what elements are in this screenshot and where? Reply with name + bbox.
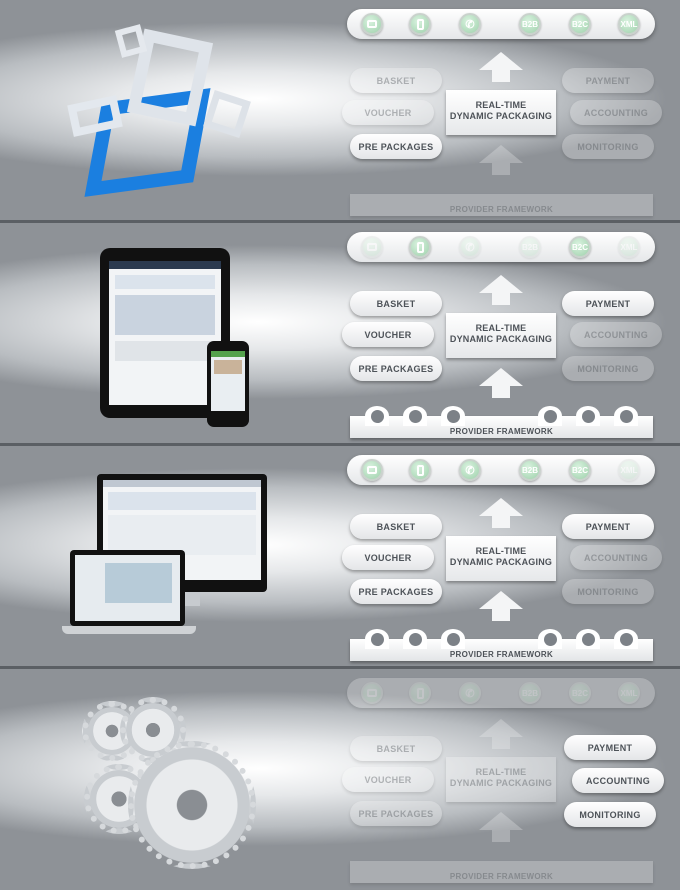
ticket-icon bbox=[576, 629, 600, 649]
dynamic-packaging-box: REAL-TIME DYNAMIC PACKAGING bbox=[446, 313, 556, 358]
bed-icon bbox=[403, 629, 427, 649]
tablet-screen bbox=[109, 261, 221, 405]
b2c-icon[interactable]: B2C bbox=[569, 682, 591, 704]
plane-icon bbox=[365, 629, 389, 649]
xml-icon[interactable]: XML bbox=[618, 459, 640, 481]
provider-framework-bar: PROVIDER FRAMEWORK bbox=[350, 629, 653, 661]
plane-icon bbox=[365, 406, 389, 426]
info-icon bbox=[614, 406, 638, 426]
phone-icon[interactable]: ✆ bbox=[459, 682, 481, 704]
screen-icon[interactable] bbox=[361, 236, 383, 258]
voucher-button[interactable]: VOUCHER bbox=[342, 545, 434, 570]
bus-icon bbox=[538, 629, 562, 649]
tablet-icon[interactable] bbox=[409, 459, 431, 481]
b2b-icon[interactable]: B2B bbox=[519, 236, 541, 258]
voucher-button[interactable]: VOUCHER bbox=[342, 322, 434, 347]
pre-packages-button[interactable]: PRE PACKAGES bbox=[350, 801, 442, 826]
channel-bar: ✆ B2B B2C XML bbox=[347, 455, 655, 485]
tablet-icon[interactable] bbox=[409, 13, 431, 35]
phone-icon[interactable]: ✆ bbox=[459, 236, 481, 258]
xml-icon[interactable]: XML bbox=[618, 236, 640, 258]
phone-device bbox=[207, 341, 249, 427]
phone-icon[interactable]: ✆ bbox=[459, 459, 481, 481]
dynamic-packaging-box: REAL-TIME DYNAMIC PACKAGING bbox=[446, 90, 556, 135]
b2b-icon[interactable]: B2B bbox=[519, 13, 541, 35]
accounting-button[interactable]: ACCOUNTING bbox=[572, 768, 664, 793]
basket-button[interactable]: BASKET bbox=[350, 514, 442, 539]
laptop-base bbox=[62, 626, 196, 634]
channel-bar: ✆ B2B B2C XML bbox=[347, 9, 655, 39]
b2c-icon[interactable]: B2C bbox=[569, 459, 591, 481]
pre-packages-button[interactable]: PRE PACKAGES bbox=[350, 356, 442, 381]
monitoring-button[interactable]: MONITORING bbox=[562, 356, 654, 381]
gear-icon bbox=[128, 741, 256, 869]
frame-small-graphic bbox=[203, 90, 251, 138]
monitoring-button[interactable]: MONITORING bbox=[562, 134, 654, 159]
voucher-button[interactable]: VOUCHER bbox=[342, 100, 434, 125]
monitoring-button[interactable]: MONITORING bbox=[562, 579, 654, 604]
accounting-button[interactable]: ACCOUNTING bbox=[570, 545, 662, 570]
accounting-button[interactable]: ACCOUNTING bbox=[570, 322, 662, 347]
b2c-icon[interactable]: B2C bbox=[569, 236, 591, 258]
provider-framework-bar: PROVIDER FRAMEWORK bbox=[350, 861, 653, 883]
provider-framework-bar: PROVIDER FRAMEWORK bbox=[350, 194, 653, 216]
dynamic-packaging-box: REAL-TIME DYNAMIC PACKAGING bbox=[446, 536, 556, 581]
pre-packages-button[interactable]: PRE PACKAGES bbox=[350, 579, 442, 604]
laptop-device bbox=[70, 550, 185, 626]
monitoring-button[interactable]: MONITORING bbox=[564, 802, 656, 827]
basket-button[interactable]: BASKET bbox=[350, 68, 442, 93]
tablet-icon[interactable] bbox=[409, 236, 431, 258]
screen-icon[interactable] bbox=[361, 459, 383, 481]
accounting-button[interactable]: ACCOUNTING bbox=[570, 100, 662, 125]
b2b-icon[interactable]: B2B bbox=[519, 682, 541, 704]
xml-icon[interactable]: XML bbox=[618, 13, 640, 35]
payment-button[interactable]: PAYMENT bbox=[562, 514, 654, 539]
bus-icon bbox=[538, 406, 562, 426]
channel-bar: ✆ B2B B2C XML bbox=[347, 678, 655, 708]
basket-button[interactable]: BASKET bbox=[350, 736, 442, 761]
bed-icon bbox=[403, 406, 427, 426]
channel-bar: ✆ B2B B2C XML bbox=[347, 232, 655, 262]
laptop-screen bbox=[75, 555, 180, 621]
panel-backoffice: ✆ B2B B2C XML BASKET VOUCHER PRE PACKAGE… bbox=[0, 669, 680, 890]
payment-button[interactable]: PAYMENT bbox=[564, 735, 656, 760]
dynamic-packaging-box: REAL-TIME DYNAMIC PACKAGING bbox=[446, 757, 556, 802]
xml-icon[interactable]: XML bbox=[618, 682, 640, 704]
b2c-icon[interactable]: B2C bbox=[569, 13, 591, 35]
pre-packages-button[interactable]: PRE PACKAGES bbox=[350, 134, 442, 159]
car-icon bbox=[441, 629, 465, 649]
tablet-icon[interactable] bbox=[409, 682, 431, 704]
panel-desktop: ✆ B2B B2C XML BASKET VOUCHER PRE PACKAGE… bbox=[0, 446, 680, 666]
basket-button[interactable]: BASKET bbox=[350, 291, 442, 316]
car-icon bbox=[441, 406, 465, 426]
voucher-button[interactable]: VOUCHER bbox=[342, 767, 434, 792]
b2b-icon[interactable]: B2B bbox=[519, 459, 541, 481]
payment-button[interactable]: PAYMENT bbox=[562, 68, 654, 93]
screen-icon[interactable] bbox=[361, 682, 383, 704]
payment-button[interactable]: PAYMENT bbox=[562, 291, 654, 316]
phone-icon[interactable]: ✆ bbox=[459, 13, 481, 35]
panel-overview: ✆ B2B B2C XML BASKET VOUCHER PRE PACKAGE… bbox=[0, 0, 680, 220]
ticket-icon bbox=[576, 406, 600, 426]
info-icon bbox=[614, 629, 638, 649]
screen-icon[interactable] bbox=[361, 13, 383, 35]
provider-framework-bar: PROVIDER FRAMEWORK bbox=[350, 406, 653, 438]
panel-mobile: ✆ B2B B2C XML BASKET VOUCHER PRE PACKAGE… bbox=[0, 223, 680, 443]
phone-screen bbox=[211, 351, 245, 411]
